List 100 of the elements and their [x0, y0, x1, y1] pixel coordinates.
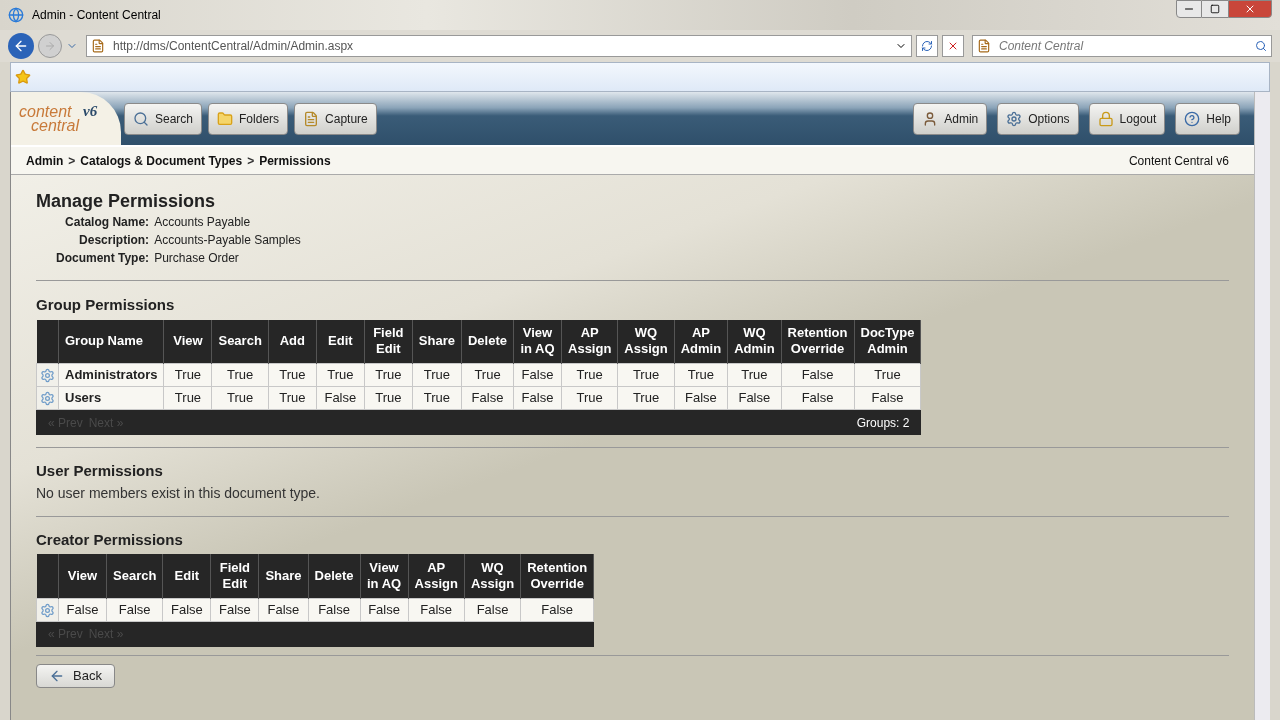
- detail-value: Accounts Payable: [154, 214, 252, 231]
- nav-button[interactable]: Capture: [294, 102, 377, 135]
- nav-button[interactable]: Help: [1175, 102, 1240, 135]
- browser-icon: [8, 7, 24, 23]
- column-header: Retention Override: [520, 554, 594, 598]
- table-cell: False: [461, 386, 514, 410]
- forward-arrow-icon: [44, 40, 56, 52]
- window-title: Admin - Content Central: [32, 7, 161, 24]
- section-title: Creator Permissions: [36, 529, 184, 550]
- table-cell: True: [461, 363, 514, 387]
- refresh-icon: [921, 40, 933, 52]
- table-cell: False: [308, 598, 361, 621]
- stop-icon: [947, 40, 959, 52]
- table-cell: False: [513, 363, 562, 387]
- table-cell: True: [268, 386, 317, 410]
- table-cell: False: [106, 598, 163, 621]
- table-cell: True: [211, 386, 269, 410]
- column-header: Delete: [461, 319, 514, 364]
- column-header: Share: [258, 554, 308, 598]
- settings-icon[interactable]: [40, 602, 55, 618]
- table-cell: False: [727, 386, 782, 410]
- column-header: View in AQ: [513, 319, 562, 364]
- nav-button[interactable]: Logout: [1088, 102, 1166, 135]
- stop-button[interactable]: [942, 35, 964, 57]
- table-cell: True: [561, 386, 618, 410]
- column-header: Field Edit: [210, 554, 259, 598]
- table-cell: False: [58, 598, 107, 621]
- empty-message: No user members exist in this document type.: [36, 483, 321, 503]
- settings-icon: [1006, 110, 1023, 127]
- table-cell: True: [617, 386, 675, 410]
- settings-icon[interactable]: [40, 391, 55, 407]
- column-header: AP Admin: [674, 319, 728, 364]
- breadcrumb-separator: >: [247, 152, 255, 170]
- close-icon: [1244, 3, 1256, 15]
- section-title: User Permissions: [36, 461, 164, 481]
- settings-icon[interactable]: [40, 368, 55, 384]
- forward-button[interactable]: [38, 34, 62, 58]
- back-button[interactable]: Back: [36, 663, 115, 688]
- column-header: View: [163, 319, 212, 364]
- maximize-button[interactable]: [1202, 0, 1228, 18]
- table-cell: True: [854, 363, 921, 387]
- table-cell: False: [210, 598, 259, 621]
- column-header: DocType Admin: [854, 319, 921, 364]
- column-header: AP Assign: [408, 554, 465, 598]
- column-header: Search: [106, 554, 163, 598]
- nav-button[interactable]: Folders: [208, 102, 289, 135]
- column-header: Edit: [162, 554, 211, 598]
- help-icon: [1184, 110, 1201, 127]
- table-cell: True: [412, 386, 462, 410]
- column-header: Add: [268, 319, 317, 364]
- table-cell: True: [674, 363, 728, 387]
- column-header: Group Name: [58, 319, 164, 364]
- folder-icon: [217, 110, 234, 127]
- detail-label: Document Type:: [56, 250, 150, 267]
- table-cell: True: [617, 363, 675, 387]
- breadcrumb-item[interactable]: Catalogs & Document Types: [80, 151, 243, 170]
- table-cell: True: [163, 386, 212, 410]
- scrollbar[interactable]: [1254, 92, 1270, 720]
- table-cell: True: [211, 363, 269, 387]
- column-header: WQ Assign: [464, 554, 521, 598]
- breadcrumb-item[interactable]: Permissions: [259, 151, 331, 170]
- column-header: Search: [211, 319, 269, 364]
- column-header: Field Edit: [364, 319, 413, 364]
- address-field[interactable]: http://dms/ContentCentral/Admin/Admin.aspx: [86, 35, 912, 57]
- search-icon: [133, 110, 149, 127]
- table-cell: True: [727, 363, 782, 387]
- page-title: Manage Permissions: [36, 190, 217, 213]
- group-count: Groups: 2: [856, 414, 910, 432]
- lock-icon: [1097, 110, 1114, 127]
- nav-button[interactable]: Options: [997, 102, 1079, 135]
- document-icon: [303, 110, 320, 127]
- favorites-icon[interactable]: [15, 69, 31, 85]
- table-cell: False: [674, 386, 728, 410]
- search-box[interactable]: Content Central: [972, 35, 1272, 57]
- minimize-button[interactable]: [1176, 0, 1202, 18]
- table-cell: True: [316, 363, 365, 387]
- table-cell: False: [464, 598, 521, 621]
- back-button[interactable]: [8, 33, 34, 59]
- table-cell: Administrators: [58, 363, 164, 387]
- detail-label: Catalog Name:: [64, 214, 150, 231]
- table-cell: True: [364, 363, 413, 387]
- column-header: Delete: [308, 554, 361, 598]
- table-cell: True: [163, 363, 212, 387]
- table-cell: False: [513, 386, 562, 410]
- refresh-button[interactable]: [916, 35, 938, 57]
- section-title: Group Permissions: [36, 295, 176, 315]
- search-field[interactable]: Content Central: [999, 37, 1247, 55]
- column-header: View in AQ: [360, 554, 409, 598]
- column-header: WQ Assign: [617, 319, 675, 364]
- table-cell: False: [781, 363, 854, 387]
- page-icon: [977, 39, 991, 53]
- table-cell: Users: [58, 386, 164, 410]
- nav-button[interactable]: Admin: [913, 102, 988, 135]
- nav-button[interactable]: Search: [124, 102, 203, 135]
- table-cell: False: [162, 598, 211, 621]
- column-header: View: [58, 554, 107, 598]
- search-icon[interactable]: [1255, 40, 1267, 52]
- table-cell: True: [364, 386, 413, 410]
- breadcrumb-item[interactable]: Admin: [26, 151, 64, 170]
- table-cell: False: [854, 386, 921, 410]
